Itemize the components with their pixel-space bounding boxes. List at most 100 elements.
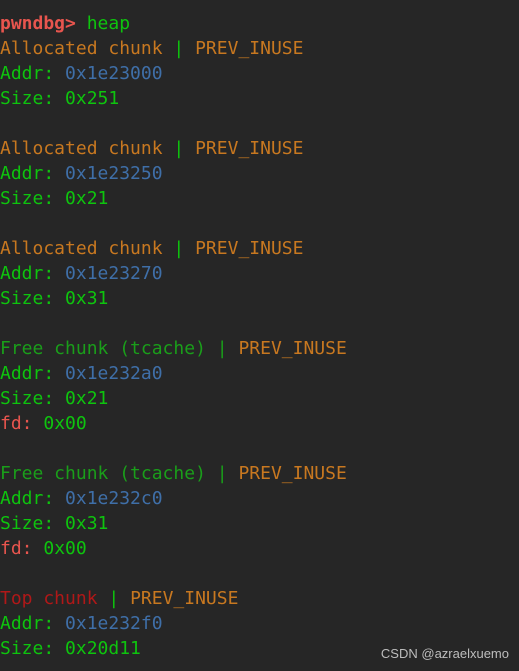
chunk-addr-line: Addr: 0x1e23270: [0, 261, 519, 286]
size-label: Size:: [0, 288, 55, 309]
chunk-flag: PREV_INUSE: [238, 338, 347, 359]
size-value: 0x21: [65, 188, 109, 209]
chunk-separator: |: [216, 338, 228, 359]
fd-value: 0x00: [43, 538, 87, 559]
addr-value: 0x1e232c0: [65, 488, 163, 509]
size-value: 0x20d11: [65, 638, 141, 659]
size-label: Size:: [0, 513, 55, 534]
chunk-title: Allocated chunk: [0, 238, 163, 259]
chunk-separator: |: [108, 588, 120, 609]
chunk-title: Free chunk (tcache): [0, 463, 206, 484]
addr-label: Addr:: [0, 613, 55, 634]
chunk-addr-line: Addr: 0x1e232f0: [0, 611, 519, 636]
addr-value: 0x1e23270: [65, 263, 163, 284]
size-label: Size:: [0, 88, 55, 109]
addr-label: Addr:: [0, 63, 55, 84]
chunk-title: Allocated chunk: [0, 138, 163, 159]
chunk-header: Allocated chunk | PREV_INUSE: [0, 236, 519, 261]
fd-label: fd:: [0, 538, 33, 559]
chunk-separator: |: [173, 38, 185, 59]
chunk-header: Allocated chunk | PREV_INUSE: [0, 136, 519, 161]
chunk-header: Allocated chunk | PREV_INUSE: [0, 36, 519, 61]
watermark: CSDN @azraelxuemo: [380, 646, 509, 661]
addr-label: Addr:: [0, 363, 55, 384]
size-value: 0x21: [65, 388, 109, 409]
chunk-flag: PREV_INUSE: [195, 138, 304, 159]
shell-command: heap: [86, 13, 131, 34]
chunk-size-line: Size: 0x31: [0, 286, 519, 311]
chunk-separator: |: [216, 463, 228, 484]
chunk-title: Free chunk (tcache): [0, 338, 206, 359]
fd-label: fd:: [0, 413, 33, 434]
fd-value: 0x00: [43, 413, 87, 434]
addr-value: 0x1e23000: [65, 63, 163, 84]
chunk-size-line: Size: 0x31: [0, 511, 519, 536]
size-label: Size:: [0, 638, 55, 659]
chunk-size-line: Size: 0x251: [0, 86, 519, 111]
addr-value: 0x1e23250: [65, 163, 163, 184]
addr-label: Addr:: [0, 163, 55, 184]
terminal-output: pwndbg> heap Allocated chunk | PREV_INUS…: [0, 11, 519, 671]
addr-label: Addr:: [0, 263, 55, 284]
chunk-flag: PREV_INUSE: [195, 238, 304, 259]
chunk-header: Top chunk | PREV_INUSE: [0, 586, 519, 611]
chunk-size-line: Size: 0x21: [0, 386, 519, 411]
chunk-header: Free chunk (tcache) | PREV_INUSE: [0, 336, 519, 361]
size-label: Size:: [0, 388, 55, 409]
chunk-flag: PREV_INUSE: [130, 588, 239, 609]
chunk-addr-line: Addr: 0x1e232c0: [0, 486, 519, 511]
chunk-fd-line: fd: 0x00: [0, 411, 519, 436]
chunk-title: Allocated chunk: [0, 38, 163, 59]
chunk-addr-line: Addr: 0x1e23000: [0, 61, 519, 86]
addr-label: Addr:: [0, 488, 55, 509]
chunk-flag: PREV_INUSE: [238, 463, 347, 484]
chunk-header: Free chunk (tcache) | PREV_INUSE: [0, 461, 519, 486]
chunk-title: Top chunk: [0, 588, 98, 609]
chunk-addr-line: Addr: 0x1e232a0: [0, 361, 519, 386]
chunk-separator: |: [173, 238, 185, 259]
chunk-size-line: Size: 0x21: [0, 186, 519, 211]
chunk-fd-line: fd: 0x00: [0, 536, 519, 561]
size-label: Size:: [0, 188, 55, 209]
shell-prompt-label: pwndbg>: [0, 13, 76, 34]
terminal-prompt-line: pwndbg> heap: [0, 11, 519, 36]
size-value: 0x31: [65, 513, 109, 534]
size-value: 0x251: [65, 88, 120, 109]
size-value: 0x31: [65, 288, 109, 309]
addr-value: 0x1e232a0: [65, 363, 163, 384]
chunk-separator: |: [173, 138, 185, 159]
chunk-flag: PREV_INUSE: [195, 38, 304, 59]
addr-value: 0x1e232f0: [65, 613, 163, 634]
chunk-addr-line: Addr: 0x1e23250: [0, 161, 519, 186]
